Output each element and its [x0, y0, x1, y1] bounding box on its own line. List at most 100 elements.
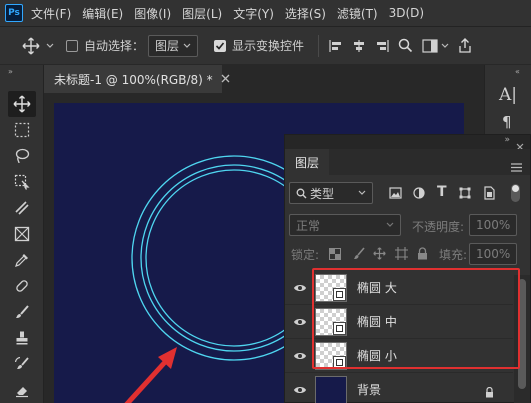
layer-thumbnail	[315, 307, 347, 336]
collapse-icon[interactable]: »	[504, 135, 510, 145]
share-icon[interactable]	[458, 38, 472, 53]
eye-icon[interactable]	[285, 351, 315, 361]
layer-name: 椭圆 中	[357, 315, 397, 329]
align-center-icon[interactable]	[352, 39, 366, 53]
menu-layer[interactable]: 图层(L)	[182, 5, 222, 22]
type-filter-icon[interactable]: T	[437, 184, 447, 200]
eraser-icon	[16, 387, 28, 398]
app-logo[interactable]: Ps	[5, 4, 23, 22]
fill-value: 100%	[476, 247, 511, 261]
search-icon[interactable]	[398, 38, 413, 53]
lock-position-icon[interactable]	[373, 247, 386, 260]
panel-tabs: 图层	[285, 149, 530, 175]
workspace-icon[interactable]	[422, 38, 438, 53]
fill-field[interactable]: 100%	[469, 243, 517, 265]
collapse-icon[interactable]: «	[515, 67, 520, 76]
align-right-icon[interactable]	[375, 39, 389, 53]
history-brush-tool[interactable]	[8, 351, 36, 377]
brush-icon	[16, 305, 29, 318]
layers-scrollbar[interactable]	[514, 275, 530, 403]
menu-3d[interactable]: 3D(D)	[389, 6, 424, 20]
filter-kind-value: 类型	[310, 186, 335, 201]
marquee-tool[interactable]	[8, 117, 36, 143]
layer-name: 椭圆 大	[357, 281, 397, 295]
shape-layer-badge-icon	[333, 321, 346, 335]
auto-select-target-dropdown[interactable]: 图层	[148, 34, 199, 57]
menu-file[interactable]: 文件(F)	[31, 5, 71, 22]
menu-filter[interactable]: 滤镜(T)	[337, 5, 378, 22]
clone-stamp-tool[interactable]	[8, 325, 36, 351]
layer-row[interactable]: 背景	[285, 373, 513, 403]
scrollbar-thumb[interactable]	[518, 279, 526, 389]
smart-object-filter-icon[interactable]	[483, 186, 495, 200]
blend-mode-dropdown[interactable]: 正常	[289, 214, 401, 236]
panel-menu-icon[interactable]	[511, 157, 522, 176]
paragraph-panel-icon[interactable]: ¶	[502, 113, 512, 131]
eyedropper-tool[interactable]	[8, 247, 36, 273]
menu-select[interactable]: 选择(S)	[285, 5, 326, 22]
move-icon	[13, 95, 31, 113]
move-tool-preset-icon[interactable]	[22, 37, 40, 55]
chevron-down-icon[interactable]	[46, 43, 54, 49]
layer-thumbnail	[315, 341, 347, 370]
eye-icon[interactable]	[285, 317, 315, 327]
eraser-tool[interactable]	[8, 377, 36, 403]
layer-name: 椭圆 小	[357, 349, 397, 363]
layers-panel: » 图层 类型 T 正常 不透明度: 100% 锁定: 填充: 100% 椭圆 …	[284, 134, 531, 403]
show-transform-label: 显示变换控件	[232, 39, 305, 53]
auto-select-checkbox[interactable]	[66, 39, 78, 52]
layer-row[interactable]: 椭圆 大	[285, 271, 513, 305]
lock-transparent-pixels-icon[interactable]	[329, 248, 341, 260]
eye-icon[interactable]	[285, 283, 315, 293]
panel-header-bar: »	[285, 135, 530, 151]
document-tab[interactable]: 未标题-1 @ 100%(RGB/8) *	[44, 65, 230, 93]
options-bar: 自动选择： 图层 显示变换控件	[0, 26, 531, 64]
show-transform-checkbox[interactable]	[214, 39, 227, 52]
divider	[318, 34, 320, 57]
opacity-field[interactable]: 100%	[469, 214, 517, 236]
photoshop-window: Ps 文件(F) 编辑(E) 图像(I) 图层(L) 文字(Y) 选择(S) 滤…	[0, 0, 531, 403]
healing-brush-tool[interactable]	[8, 273, 36, 299]
chevron-down-icon[interactable]	[441, 43, 449, 49]
character-panel-icon[interactable]: A|	[499, 85, 517, 105]
move-tool[interactable]	[8, 91, 36, 117]
brush-tool[interactable]	[8, 299, 36, 325]
image-filter-icon[interactable]	[389, 187, 402, 199]
object-selection-icon	[14, 174, 30, 190]
crop-tool[interactable]	[8, 195, 36, 221]
opacity-value: 100%	[476, 218, 511, 232]
blend-mode-value: 正常	[296, 218, 321, 233]
healing-brush-icon	[16, 280, 28, 292]
filter-toggle[interactable]	[511, 184, 520, 202]
history-brush-icon	[14, 356, 29, 369]
search-icon	[296, 188, 307, 198]
layer-row[interactable]: 椭圆 中	[285, 305, 513, 339]
lasso-tool[interactable]	[8, 143, 36, 169]
lock-artboard-icon[interactable]	[395, 247, 408, 260]
menu-type[interactable]: 文字(Y)	[233, 5, 274, 22]
crop-icon	[15, 201, 29, 215]
layer-filter-row: 类型 T	[285, 181, 530, 207]
auto-select-target-value: 图层	[155, 39, 180, 53]
shape-filter-icon[interactable]	[459, 187, 471, 199]
eye-icon[interactable]	[285, 385, 315, 395]
object-selection-tool[interactable]	[8, 169, 36, 195]
frame-icon	[14, 226, 30, 242]
shape-layer-badge-icon	[333, 287, 346, 301]
layer-row[interactable]: 椭圆 小	[285, 339, 513, 373]
tab-layers[interactable]: 图层	[285, 149, 329, 175]
align-left-icon[interactable]	[329, 39, 343, 53]
lock-all-icon[interactable]	[417, 247, 428, 260]
collapse-icon[interactable]: »	[8, 67, 13, 76]
frame-tool[interactable]	[8, 221, 36, 247]
close-icon[interactable]	[221, 72, 230, 86]
lock-fill-row: 锁定: 填充: 100%	[285, 243, 530, 265]
chevron-down-icon	[358, 190, 366, 195]
menu-image[interactable]: 图像(I)	[134, 5, 171, 22]
lock-label: 锁定:	[291, 248, 320, 262]
filter-kind-dropdown[interactable]: 类型	[289, 182, 373, 204]
adjustment-filter-icon[interactable]	[413, 187, 425, 199]
lock-image-pixels-icon[interactable]	[353, 247, 365, 260]
opacity-label: 不透明度:	[412, 220, 465, 234]
menu-edit[interactable]: 编辑(E)	[82, 5, 123, 22]
